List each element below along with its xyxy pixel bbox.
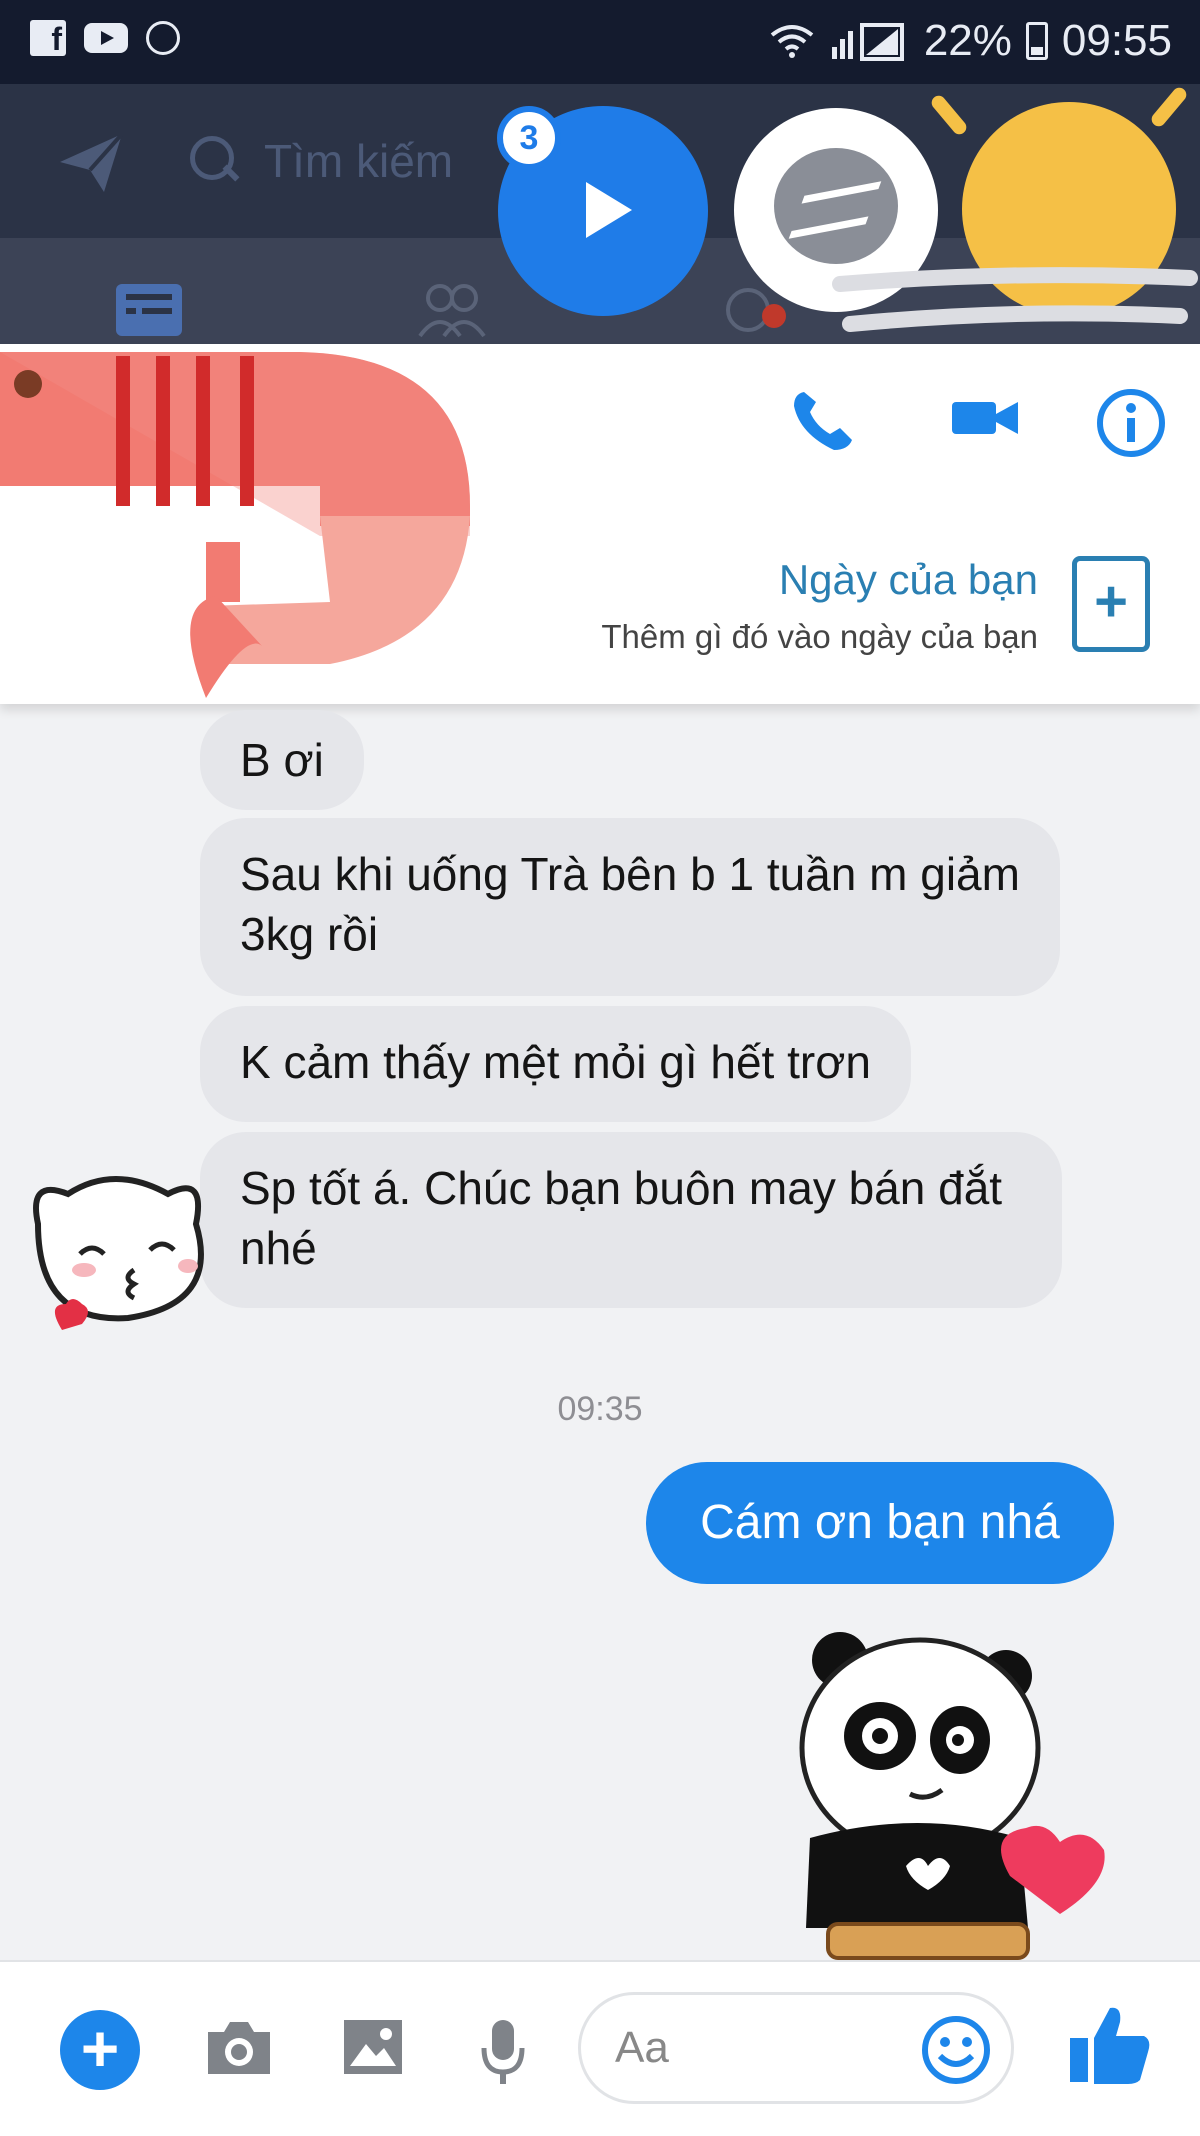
status-system-icons: 22% 09:55 — [768, 16, 1172, 66]
facebook-icon: f — [30, 20, 66, 57]
chat-head-badge: 3 — [497, 106, 561, 170]
your-day-title[interactable]: Ngày của bạn — [779, 556, 1038, 604]
outgoing-message[interactable]: Cám ơn bạn nhá — [646, 1462, 1114, 1584]
status-notification-icons: f — [30, 20, 180, 57]
panda-heart-sticker — [799, 1632, 1105, 1960]
wifi-icon — [770, 25, 814, 58]
like-icon[interactable] — [1064, 2000, 1154, 2090]
avatar-sticker — [0, 352, 470, 698]
sun-icon — [146, 21, 180, 55]
messenger-icon — [774, 148, 898, 264]
status-time: 09:55 — [1061, 16, 1172, 65]
emoji-icon[interactable] — [920, 2014, 992, 2086]
phone-icon[interactable] — [790, 388, 856, 454]
video-call-icon[interactable] — [950, 388, 1020, 448]
youtube-icon — [84, 23, 128, 53]
home-tab-icon[interactable] — [112, 280, 186, 340]
incoming-message[interactable]: Sp tốt á. Chúc bạn buôn may bán đắt nhé — [200, 1132, 1062, 1308]
info-icon[interactable] — [1096, 388, 1166, 458]
search-placeholder: Tìm kiếm — [264, 135, 454, 187]
microphone-icon[interactable] — [476, 2016, 530, 2088]
more-actions-button[interactable]: + — [60, 2010, 140, 2090]
search-icon — [190, 136, 240, 186]
kissing-cat-sticker — [33, 1176, 204, 1330]
signal-icon — [831, 23, 904, 61]
battery-percent: 22% — [923, 16, 1012, 65]
battery-icon — [1025, 22, 1048, 60]
incoming-message[interactable]: B ơi — [200, 710, 364, 810]
people-tab-icon[interactable] — [414, 280, 488, 340]
status-bar: f 22% 09:55 — [0, 0, 1200, 84]
image-icon[interactable] — [340, 2016, 406, 2078]
add-to-day-button[interactable]: + — [1072, 556, 1150, 652]
incoming-message[interactable]: Sau khi uống Trà bên b 1 tuần m giảm 3kg… — [200, 818, 1060, 996]
search-bar[interactable]: Tìm kiếm — [190, 134, 453, 188]
incoming-message[interactable]: K cảm thấy mệt mỏi gì hết trơn — [200, 1006, 911, 1122]
your-day-subtitle: Thêm gì đó vào ngày của bạn — [601, 618, 1038, 655]
camera-icon[interactable] — [204, 2016, 274, 2078]
message-timestamp: 09:35 — [557, 1390, 643, 1428]
send-icon[interactable] — [56, 128, 126, 198]
